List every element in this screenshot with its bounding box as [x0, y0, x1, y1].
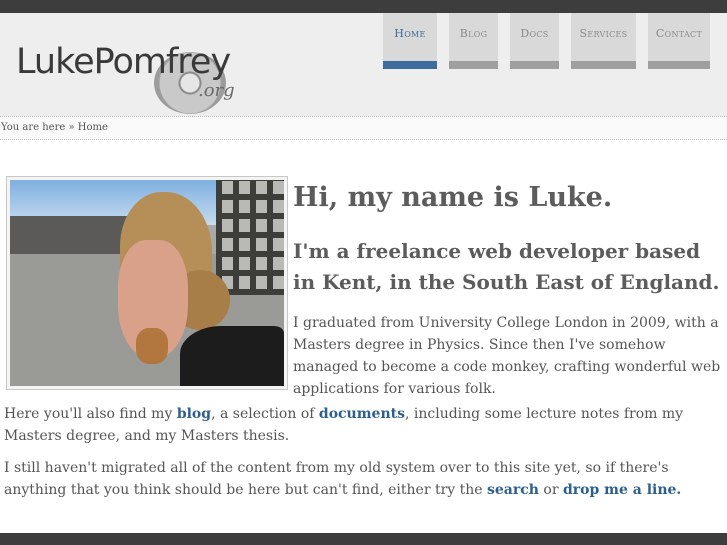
top-bar	[0, 0, 727, 13]
nav-home[interactable]: Home	[383, 13, 437, 69]
para-text: Here you'll also find my	[4, 406, 177, 422]
contact-link[interactable]: drop me a line.	[563, 482, 681, 498]
site-logo[interactable]: LukePomfrey .org	[16, 30, 256, 120]
para-text: , a selection of	[211, 406, 319, 422]
page-subheading: I'm a freelance web developer based in K…	[293, 239, 720, 294]
profile-photo	[6, 176, 288, 390]
portrait-image	[10, 180, 284, 386]
content-paragraph: I still haven't migrated all of the cont…	[4, 457, 727, 501]
intro-paragraph: I graduated from University College Lond…	[293, 315, 721, 397]
nav-services[interactable]: Services	[571, 13, 636, 69]
nav-docs[interactable]: Docs	[510, 13, 559, 69]
search-link[interactable]: search	[487, 482, 539, 498]
nav-contact[interactable]: Contact	[648, 13, 710, 69]
breadcrumb-bar: You are here » Home	[0, 116, 727, 140]
breadcrumb: You are here » Home	[1, 122, 108, 133]
footer-bar	[0, 533, 727, 545]
logo-text: LukePomfrey	[16, 42, 231, 82]
logo-subtext: .org	[198, 80, 235, 101]
blog-link[interactable]: blog	[177, 406, 211, 422]
content-paragraph: Here you'll also find my blog, a selecti…	[4, 403, 727, 447]
nav-blog[interactable]: Blog	[449, 13, 498, 69]
documents-link[interactable]: documents	[319, 406, 405, 422]
para-text: or	[538, 482, 563, 498]
page-heading: Hi, my name is Luke.	[293, 182, 613, 213]
